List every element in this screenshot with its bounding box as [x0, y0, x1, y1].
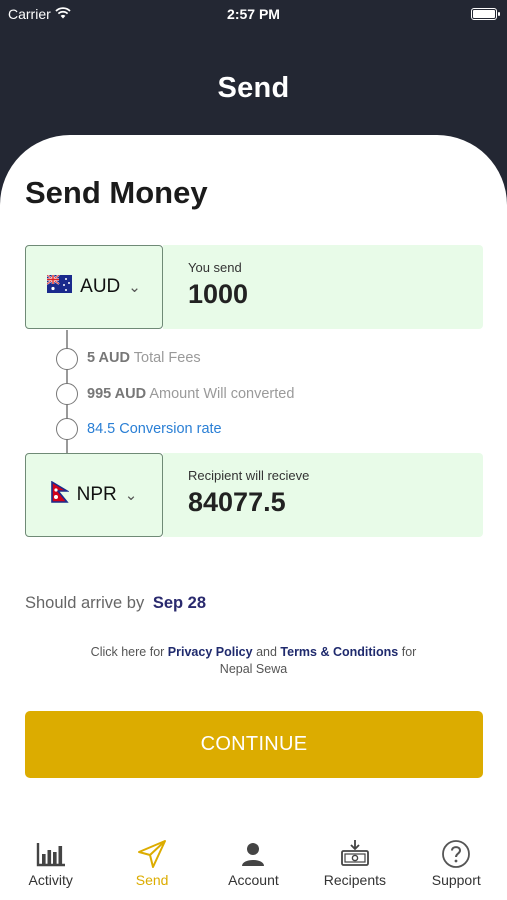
battery-icon [471, 8, 500, 20]
tab-support[interactable]: Support [406, 836, 507, 900]
receive-amount-panel: Recipient will recieve 84077.5 [163, 453, 483, 537]
arrival-date: Sep 28 [152, 594, 207, 612]
tab-label: Activity [28, 872, 73, 888]
converted-amount-text: 995 AUD Amount Will converted [87, 386, 294, 402]
chevron-down-icon: ⌄ [124, 487, 138, 504]
continue-button[interactable]: CONTINUE [25, 711, 483, 778]
receive-currency-selector[interactable]: NPR ⌄ [25, 453, 163, 537]
send-amount-value[interactable]: 1000 [188, 279, 248, 310]
policy-suffix: for [401, 645, 417, 659]
tab-recipents[interactable]: Recipents [304, 836, 405, 900]
send-currency-code: AUD [80, 276, 121, 297]
send-amount-label: You send [188, 260, 242, 275]
policy-and: and [256, 645, 277, 659]
help-circle-icon [441, 836, 471, 872]
bar-chart-icon [36, 836, 66, 872]
send-amount-panel[interactable]: You send 1000 [163, 245, 483, 329]
australia-flag-icon [46, 274, 73, 299]
tab-send[interactable]: Send [101, 836, 202, 900]
nav-title: Send [217, 72, 290, 104]
tab-activity[interactable]: Activity [0, 836, 101, 900]
timeline-dot [56, 348, 78, 370]
arrival-info: Should arrive by Sep 28 [25, 594, 206, 613]
page-title: Send Money [25, 175, 208, 210]
paper-plane-icon [137, 836, 167, 872]
converted-label: Amount Will converted [149, 386, 295, 402]
person-icon [240, 836, 266, 872]
receive-amount-label: Recipient will recieve [188, 468, 310, 483]
fees-amount: 5 AUD [87, 350, 130, 366]
tab-bar: Activity Send Account Recipents Support [0, 836, 507, 900]
send-currency-selector[interactable]: AUD ⌄ [25, 245, 163, 329]
converted-amount: 995 AUD [87, 386, 147, 402]
receive-currency-code: NPR [76, 484, 117, 505]
status-bar: Carrier 2:57 PM [0, 0, 507, 28]
policy-prefix: Click here for [90, 645, 165, 659]
brand-name: Nepal Sewa [219, 662, 288, 676]
privacy-policy-link[interactable]: Privacy Policy [168, 645, 253, 659]
timeline-dot [56, 418, 78, 440]
status-time: 2:57 PM [227, 6, 280, 22]
conversion-rate-text: 84.5 Conversion rate [87, 421, 222, 437]
tab-label: Send [135, 872, 169, 888]
tab-label: Support [431, 872, 481, 888]
tab-label: Recipents [323, 872, 386, 888]
policy-text: Click here for Privacy Policy and Terms … [40, 644, 467, 678]
timeline-dot [56, 383, 78, 405]
arrival-label: Should arrive by [25, 594, 145, 612]
money-download-icon [340, 836, 370, 872]
chevron-down-icon: ⌄ [128, 279, 141, 296]
tab-account[interactable]: Account [203, 836, 304, 900]
tab-label: Account [228, 872, 279, 888]
total-fees-text: 5 AUD Total Fees [87, 350, 201, 366]
fees-label: Total Fees [133, 350, 201, 366]
terms-link[interactable]: Terms & Conditions [280, 645, 398, 659]
nepal-flag-icon [50, 480, 70, 509]
receive-amount-value: 84077.5 [188, 487, 286, 517]
